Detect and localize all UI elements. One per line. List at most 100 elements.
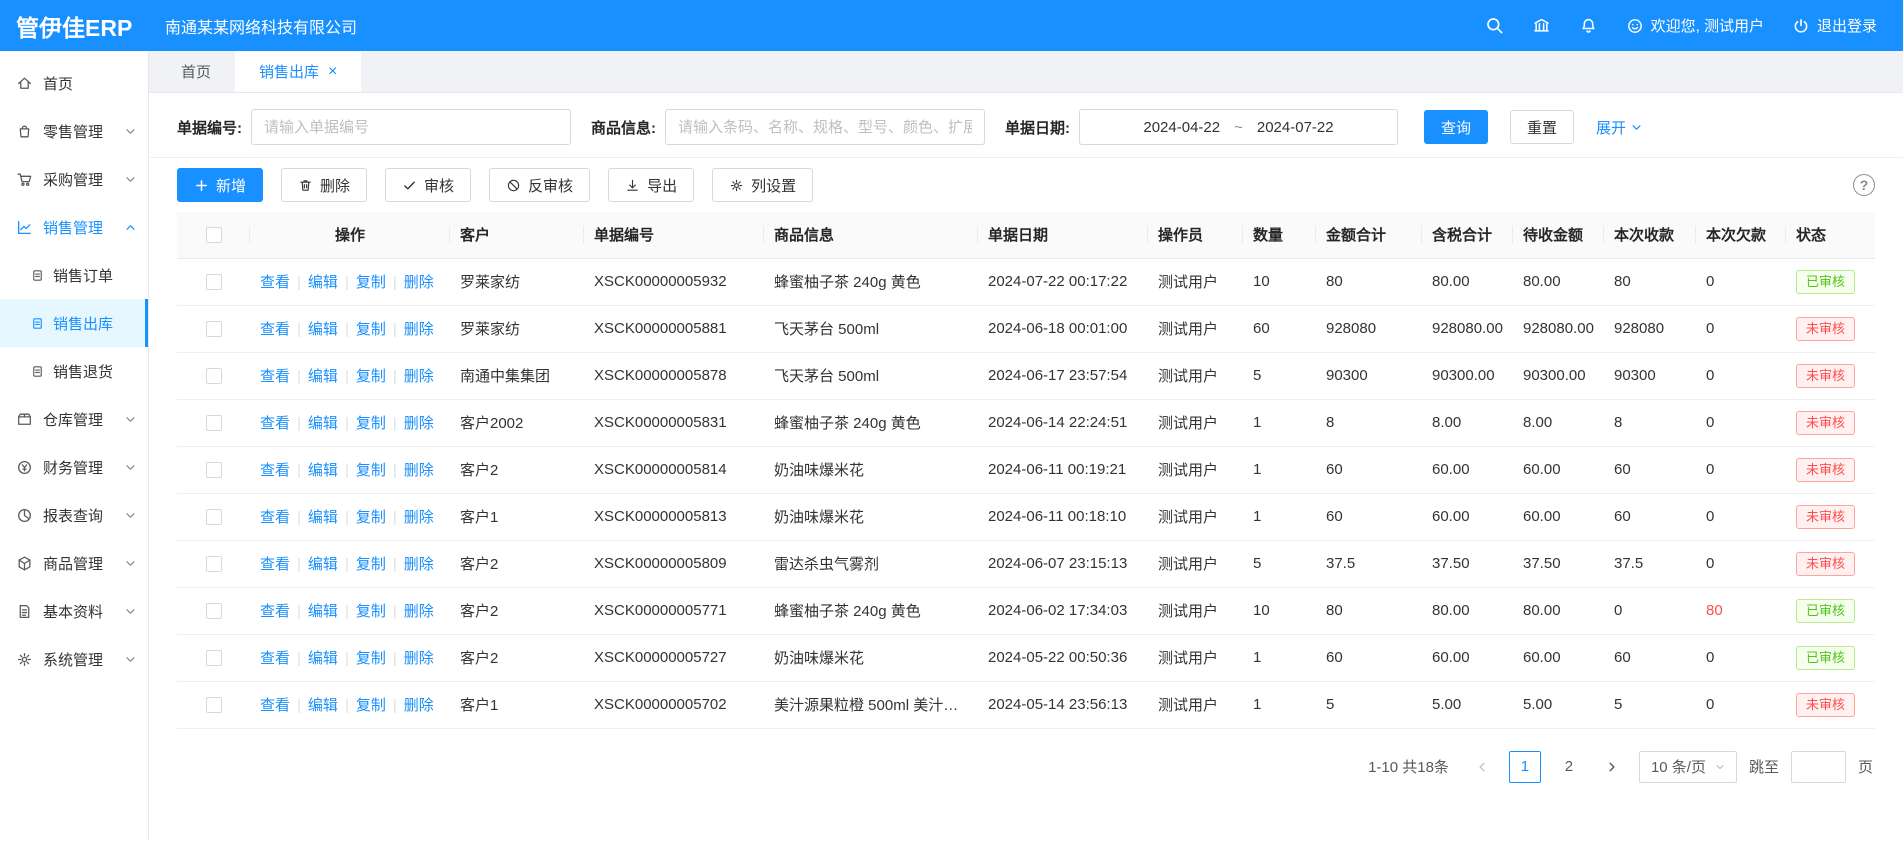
row-action-edit[interactable]: 编辑 [308, 415, 338, 432]
row-action-edit[interactable]: 编辑 [308, 697, 338, 714]
row-checkbox[interactable] [206, 697, 222, 713]
notification-bell-icon[interactable] [1579, 16, 1598, 35]
row-action-edit[interactable]: 编辑 [308, 274, 338, 291]
row-action-copy[interactable]: 复制 [356, 462, 386, 479]
row-checkbox[interactable] [206, 462, 222, 478]
row-action-edit[interactable]: 编辑 [308, 650, 338, 667]
row-action-copy[interactable]: 复制 [356, 368, 386, 385]
delete-button[interactable]: 删除 [281, 168, 367, 202]
sidebar-item-basicdata[interactable]: 基本资料 [0, 587, 148, 635]
product-info-input[interactable] [665, 109, 985, 145]
search-button[interactable]: 查询 [1424, 110, 1488, 144]
reset-button[interactable]: 重置 [1510, 110, 1574, 144]
home-icon[interactable] [1532, 16, 1551, 35]
cell-qty: 1 [1243, 634, 1316, 681]
page-number-2[interactable]: 2 [1553, 751, 1585, 783]
sidebar-item-report[interactable]: 报表查询 [0, 491, 148, 539]
row-action-view[interactable]: 查看 [260, 462, 290, 479]
row-action-delete[interactable]: 删除 [404, 415, 434, 432]
row-action-copy[interactable]: 复制 [356, 509, 386, 526]
next-page-button[interactable] [1597, 751, 1627, 783]
doc-no-input[interactable] [251, 109, 571, 145]
row-action-view[interactable]: 查看 [260, 650, 290, 667]
date-range-picker[interactable]: 2024-04-22 ~ 2024-07-22 [1079, 109, 1398, 145]
cell-product: 蜂蜜柚子茶 240g 黄色 [764, 399, 978, 446]
sidebar-item-retail[interactable]: 零售管理 [0, 107, 148, 155]
row-action-view[interactable]: 查看 [260, 509, 290, 526]
row-action-copy[interactable]: 复制 [356, 556, 386, 573]
row-checkbox[interactable] [206, 368, 222, 384]
row-action-copy[interactable]: 复制 [356, 274, 386, 291]
select-all-checkbox[interactable] [206, 227, 222, 243]
sidebar-item-sales-return[interactable]: 销售退货 [0, 347, 148, 395]
row-action-copy[interactable]: 复制 [356, 650, 386, 667]
row-checkbox[interactable] [206, 415, 222, 431]
page-number-1[interactable]: 1 [1509, 751, 1541, 783]
row-action-delete[interactable]: 删除 [404, 603, 434, 620]
pagination-total: 1-10 共18条 [1368, 756, 1449, 777]
welcome-user[interactable]: 欢迎您, 测试用户 [1626, 15, 1764, 36]
row-action-delete[interactable]: 删除 [404, 650, 434, 667]
row-action-edit[interactable]: 编辑 [308, 556, 338, 573]
search-icon[interactable] [1485, 16, 1504, 35]
row-action-delete[interactable]: 删除 [404, 321, 434, 338]
row-action-view[interactable]: 查看 [260, 368, 290, 385]
row-action-view[interactable]: 查看 [260, 556, 290, 573]
row-checkbox[interactable] [206, 321, 222, 337]
sidebar-item-sales-outbound[interactable]: 销售出库 [0, 299, 148, 347]
row-checkbox[interactable] [206, 650, 222, 666]
row-action-edit[interactable]: 编辑 [308, 368, 338, 385]
sidebar-item-purchase[interactable]: 采购管理 [0, 155, 148, 203]
sidebar-item-sales[interactable]: 销售管理 [0, 203, 148, 251]
row-checkbox[interactable] [206, 509, 222, 525]
row-action-edit[interactable]: 编辑 [308, 509, 338, 526]
row-action-edit[interactable]: 编辑 [308, 321, 338, 338]
row-action-view[interactable]: 查看 [260, 274, 290, 291]
user-smiley-icon [1626, 17, 1644, 35]
row-action-delete[interactable]: 删除 [404, 274, 434, 291]
row-action-delete[interactable]: 删除 [404, 462, 434, 479]
prev-page-button[interactable] [1467, 751, 1497, 783]
top-header: 管伊佳ERP 南通某某网络科技有限公司 欢迎您, 测试用户 退出登录 [0, 0, 1903, 51]
unaudit-button[interactable]: 反审核 [489, 168, 590, 202]
row-checkbox[interactable] [206, 274, 222, 290]
sidebar-item-sales-order[interactable]: 销售订单 [0, 251, 148, 299]
page-size-select[interactable]: 10 条/页 [1639, 751, 1737, 783]
row-action-view[interactable]: 查看 [260, 603, 290, 620]
sidebar-item-system[interactable]: 系统管理 [0, 635, 148, 683]
row-action-delete[interactable]: 删除 [404, 697, 434, 714]
row-action-delete[interactable]: 删除 [404, 509, 434, 526]
add-button[interactable]: 新增 [177, 168, 263, 202]
jump-page-input[interactable] [1791, 751, 1846, 783]
help-icon[interactable]: ? [1853, 174, 1875, 196]
row-action-edit[interactable]: 编辑 [308, 462, 338, 479]
row-action-view[interactable]: 查看 [260, 321, 290, 338]
row-action-view[interactable]: 查看 [260, 697, 290, 714]
date-to-value[interactable]: 2024-07-22 [1257, 119, 1334, 136]
export-button[interactable]: 导出 [608, 168, 694, 202]
close-icon[interactable]: × [328, 64, 337, 80]
row-action-copy[interactable]: 复制 [356, 697, 386, 714]
tab-sales-outbound[interactable]: 销售出库 × [235, 51, 361, 92]
expand-filters-link[interactable]: 展开 [1596, 117, 1642, 138]
sidebar-item-warehouse[interactable]: 仓库管理 [0, 395, 148, 443]
row-checkbox[interactable] [206, 556, 222, 572]
app-logo[interactable]: 管伊佳ERP [0, 9, 149, 43]
sidebar-item-product[interactable]: 商品管理 [0, 539, 148, 587]
audit-button[interactable]: 审核 [385, 168, 471, 202]
row-action-delete[interactable]: 删除 [404, 368, 434, 385]
row-action-view[interactable]: 查看 [260, 415, 290, 432]
row-action-delete[interactable]: 删除 [404, 556, 434, 573]
sidebar-item-finance[interactable]: 财务管理 [0, 443, 148, 491]
row-action-copy[interactable]: 复制 [356, 603, 386, 620]
sidebar-item-home[interactable]: 首页 [0, 59, 148, 107]
row-checkbox[interactable] [206, 603, 222, 619]
column-settings-button[interactable]: 列设置 [712, 168, 813, 202]
row-action-copy[interactable]: 复制 [356, 415, 386, 432]
row-action-copy[interactable]: 复制 [356, 321, 386, 338]
action-separator: | [393, 462, 397, 479]
row-action-edit[interactable]: 编辑 [308, 603, 338, 620]
tab-home[interactable]: 首页 [157, 51, 235, 92]
logout-button[interactable]: 退出登录 [1792, 15, 1877, 36]
date-from-value[interactable]: 2024-04-22 [1143, 119, 1220, 136]
